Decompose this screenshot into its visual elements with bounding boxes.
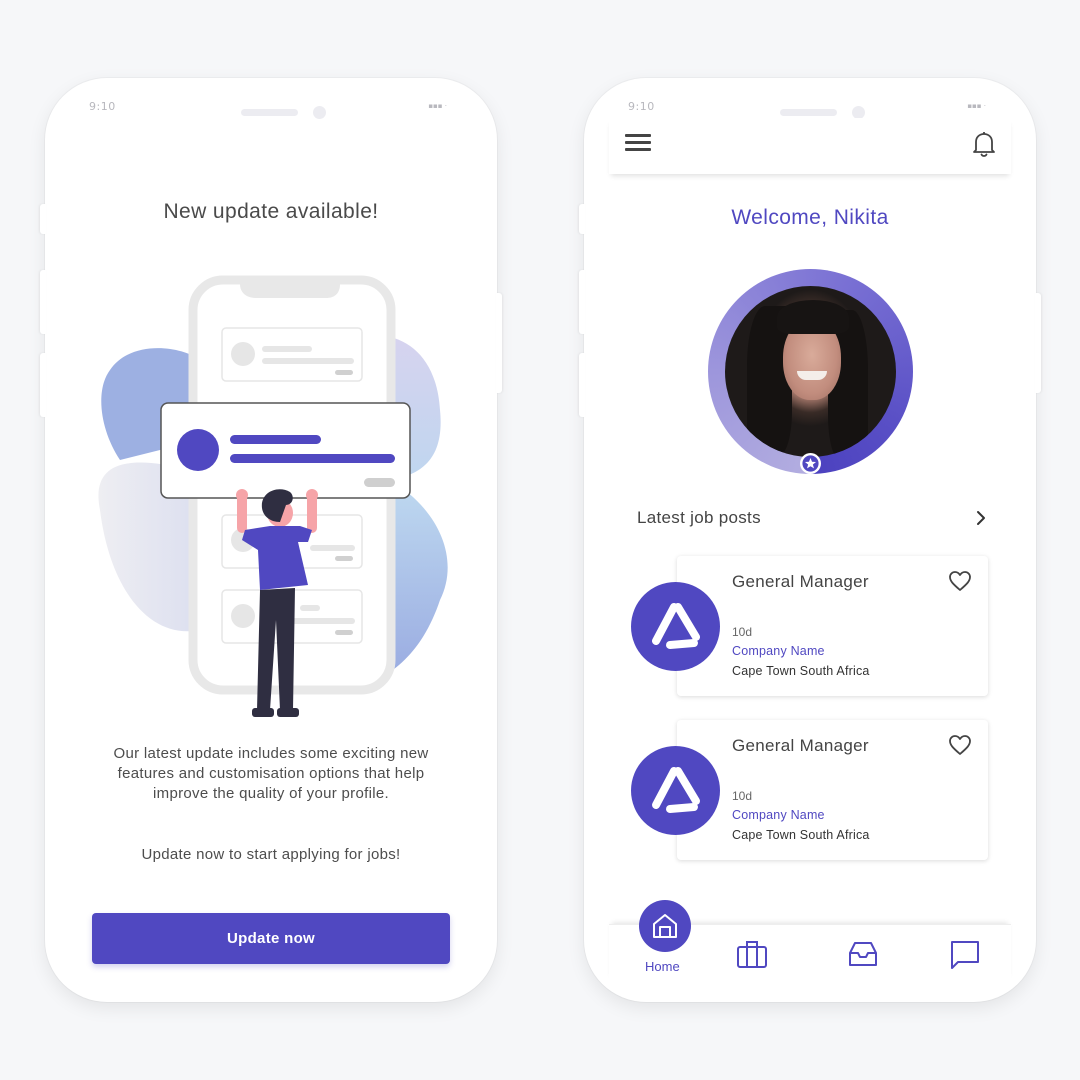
phone-speaker	[241, 109, 298, 116]
phone-side-button	[40, 270, 46, 334]
bottom-navigation: Home	[609, 900, 1011, 985]
job-card[interactable]: General Manager 10d Company Name Cape To…	[631, 556, 988, 696]
phone-side-button	[496, 293, 502, 393]
job-posted-age: 10d	[732, 789, 753, 803]
star-badge	[800, 453, 821, 474]
star-icon	[802, 455, 819, 472]
phone-update-screen: 9:10 ▪▪▪ · New update available! Our lat…	[40, 78, 502, 1002]
nav-home-label: Home	[645, 959, 680, 974]
update-description: Our latest update includes some exciting…	[113, 745, 429, 802]
hamburger-menu-icon[interactable]	[625, 134, 651, 152]
company-logo	[631, 582, 720, 671]
home-bubble	[639, 900, 691, 952]
profile-photo	[725, 286, 896, 457]
job-title: General Manager	[732, 736, 869, 755]
bell-icon[interactable]	[971, 130, 997, 158]
company-logo-icon	[651, 766, 700, 813]
phone-home-screen: 9:10 ▪▪▪ · Welcome, Nikita Latest job po…	[579, 78, 1041, 1002]
inbox-icon[interactable]	[847, 939, 879, 969]
briefcase-icon[interactable]	[736, 939, 768, 969]
job-location: Cape Town South Africa	[732, 828, 870, 842]
app-header	[609, 118, 1011, 174]
job-company-link[interactable]: Company Name	[732, 808, 825, 822]
welcome-heading: Welcome, Nikita	[731, 206, 889, 229]
profile-avatar[interactable]	[708, 269, 913, 474]
home-icon	[653, 914, 677, 938]
heart-icon[interactable]	[948, 570, 972, 592]
job-location: Cape Town South Africa	[732, 664, 870, 678]
status-time: 9:10	[89, 100, 116, 113]
phone-side-button	[40, 353, 46, 417]
job-company-link[interactable]: Company Name	[732, 644, 825, 658]
nav-home[interactable]: Home	[609, 900, 709, 985]
company-logo	[631, 746, 720, 835]
phone-side-button	[1035, 293, 1041, 393]
company-logo-icon	[651, 602, 700, 649]
phone-side-button	[579, 270, 585, 334]
job-title: General Manager	[732, 572, 869, 591]
chevron-right-icon[interactable]	[974, 508, 988, 528]
latest-job-posts-heading: Latest job posts	[637, 508, 761, 527]
update-title: New update available!	[163, 200, 379, 223]
update-now-button[interactable]: Update now	[92, 913, 450, 964]
phone-side-button	[579, 353, 585, 417]
chat-icon[interactable]	[949, 939, 981, 971]
heart-icon[interactable]	[948, 734, 972, 756]
phone-speaker	[780, 109, 837, 116]
status-time: 9:10	[628, 100, 655, 113]
status-indicators: ▪▪▪ ·	[967, 102, 986, 110]
job-card[interactable]: General Manager 10d Company Name Cape To…	[631, 720, 988, 860]
update-illustration	[98, 275, 448, 717]
update-cta-text: Update now to start applying for jobs!	[141, 846, 401, 863]
status-indicators: ▪▪▪ ·	[428, 102, 447, 110]
phone-camera	[313, 106, 326, 119]
job-posted-age: 10d	[732, 625, 753, 639]
